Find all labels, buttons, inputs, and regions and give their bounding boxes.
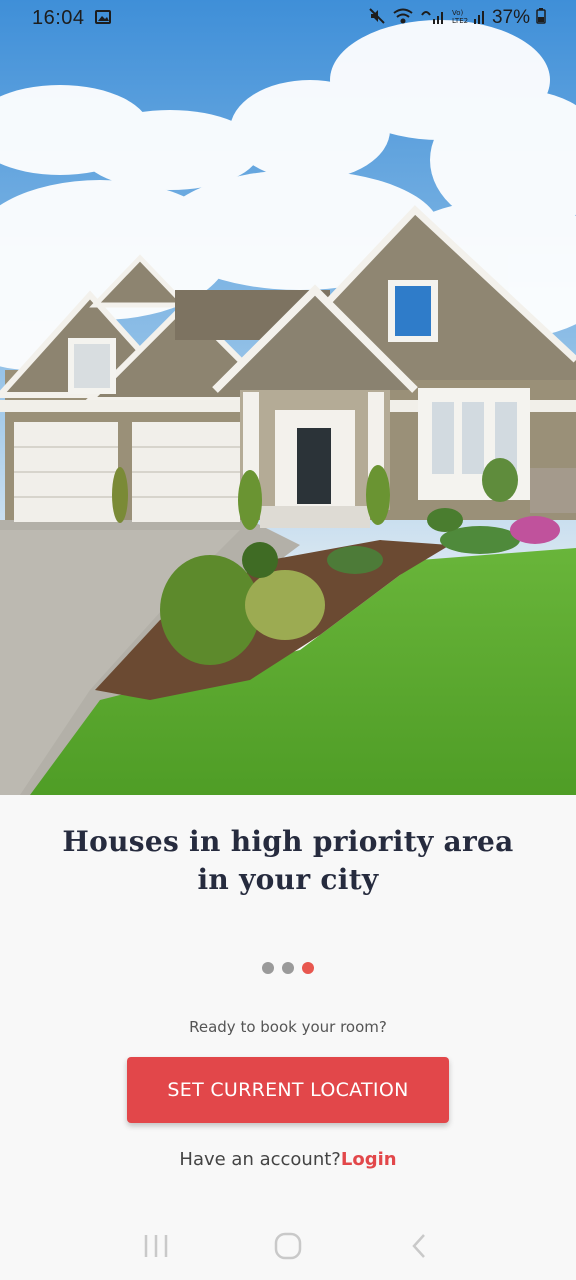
- battery-icon: [536, 7, 546, 29]
- headline-line1: Houses in high priority area: [62, 825, 514, 858]
- recents-icon: [144, 1235, 168, 1257]
- home-icon: [274, 1232, 302, 1260]
- svg-text:Vo): Vo): [452, 9, 464, 17]
- hero-image: [0, 0, 576, 795]
- account-text: Have an account?: [179, 1149, 341, 1170]
- svg-text:LTE2: LTE2: [452, 17, 468, 25]
- page-dot-3-active[interactable]: [302, 962, 314, 974]
- status-bar: 16:04 Vo) LTE2 37%: [0, 0, 576, 36]
- back-button[interactable]: [390, 1221, 450, 1271]
- page-dot-1[interactable]: [262, 962, 274, 974]
- home-button[interactable]: [258, 1221, 318, 1271]
- house-photo: [0, 0, 576, 795]
- status-time: 16:04: [32, 6, 85, 29]
- headline-line2: in your city: [197, 863, 379, 896]
- page-dot-2[interactable]: [282, 962, 294, 974]
- volte-icon: Vo) LTE2: [452, 7, 486, 30]
- headline: Houses in high priority area in your cit…: [40, 823, 536, 899]
- back-icon: [412, 1234, 425, 1258]
- prompt-text: Ready to book your room?: [189, 1018, 387, 1036]
- status-right: Vo) LTE2 37%: [368, 7, 546, 30]
- wifi-icon: [392, 7, 414, 30]
- login-link[interactable]: Login: [341, 1149, 397, 1170]
- mute-icon: [368, 7, 386, 30]
- set-current-location-button[interactable]: SET CURRENT LOCATION: [127, 1057, 449, 1123]
- recents-button[interactable]: [126, 1221, 186, 1271]
- onboarding-panel: Houses in high priority area in your cit…: [0, 795, 576, 1280]
- account-prompt: Have an account?Login: [0, 1149, 576, 1170]
- status-left: 16:04: [32, 7, 111, 30]
- navigation-bar: [0, 1212, 576, 1280]
- gallery-icon: [94, 9, 111, 28]
- page-indicator: [0, 962, 576, 974]
- signal-icon: [420, 7, 446, 30]
- battery-percent: 37%: [491, 7, 530, 28]
